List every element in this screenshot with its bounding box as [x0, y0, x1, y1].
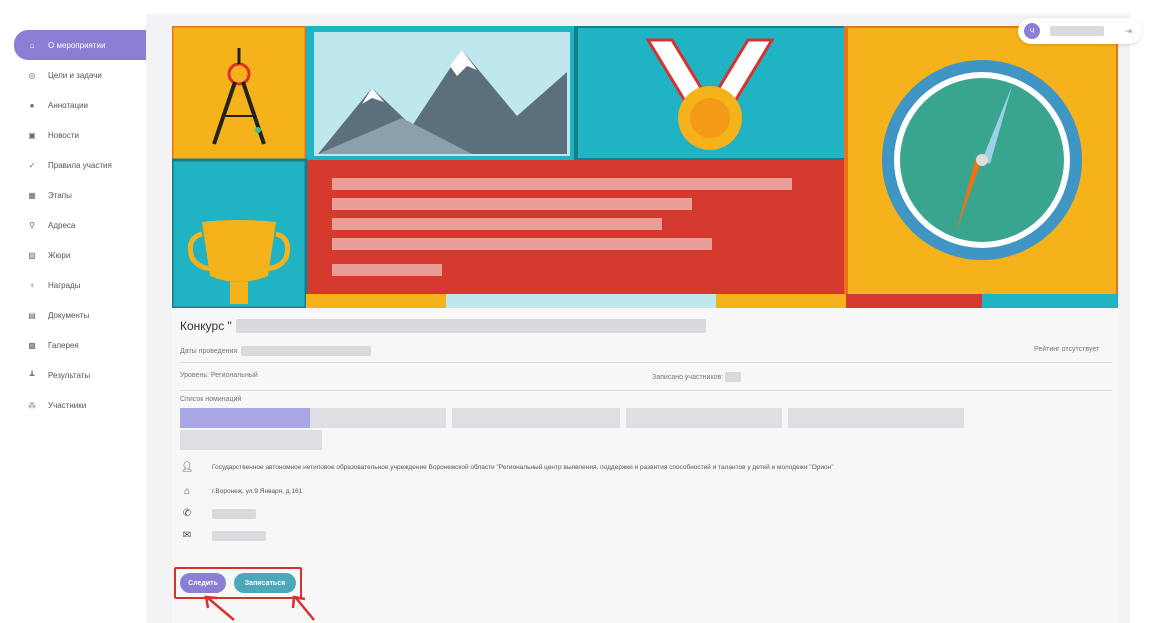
- event-banner: [172, 26, 1118, 308]
- email-redacted: [212, 530, 266, 541]
- sidebar-item-participants[interactable]: ⁂ Участники: [14, 390, 146, 420]
- event-card: Конкурс " Даты проведения Рейтинг отсутс…: [172, 26, 1118, 623]
- organization-text: Государственное автономное нетиповое обр…: [212, 464, 834, 471]
- target-icon: ◎: [28, 70, 36, 80]
- rating-text: Рейтинг отсутствует: [1034, 346, 1100, 353]
- sidebar-item-addresses[interactable]: ⚲ Адреса: [14, 210, 146, 240]
- participants-icon: ⁂: [28, 400, 36, 410]
- nomination-chip[interactable]: [180, 408, 310, 428]
- person-icon: 👤︎: [180, 462, 194, 473]
- nominations-label: Список номинаций: [180, 396, 242, 403]
- nomination-chip[interactable]: [452, 408, 620, 428]
- annotation-arrows: [204, 595, 315, 621]
- phone-redacted: [212, 508, 256, 519]
- user-name-redacted: [1050, 26, 1104, 36]
- phone-row: ✆: [180, 508, 256, 519]
- sidebar-item-stages[interactable]: ▦ Этапы: [14, 180, 146, 210]
- banner-text-line: [332, 238, 712, 250]
- logout-icon[interactable]: ⇥: [1124, 26, 1132, 37]
- event-title: Конкурс ": [180, 319, 706, 333]
- sidebar-item-awards[interactable]: ♆ Награды: [14, 270, 146, 300]
- sidebar-item-documents[interactable]: ▤ Документы: [14, 300, 146, 330]
- level-text: Уровень: Региональный: [180, 372, 258, 379]
- dates-label: Даты проведения: [180, 347, 238, 355]
- document-icon: ▤: [28, 310, 36, 320]
- sidebar-item-rules[interactable]: ✓ Правила участия: [14, 150, 146, 180]
- info-icon: ●: [29, 100, 35, 110]
- banner-text-line: [332, 264, 442, 276]
- event-dates: Даты проведения: [180, 346, 372, 356]
- dates-redacted: [241, 346, 372, 356]
- jury-icon: ▨: [28, 250, 36, 260]
- home-icon: ⌂: [29, 40, 35, 50]
- sidebar-item-label: О мероприятии: [48, 40, 106, 50]
- nominations-list: [180, 408, 970, 454]
- banner-text-line: [332, 198, 692, 210]
- sidebar-item-label: Галерея: [48, 340, 79, 350]
- location-icon: ⚲: [29, 220, 35, 230]
- check-icon: ✓: [28, 160, 36, 170]
- follow-button[interactable]: Следить: [180, 573, 226, 593]
- sidebar-item-label: Награды: [48, 280, 81, 290]
- user-menu[interactable]: Ч ⇥: [1018, 18, 1142, 44]
- email-row: ✉: [180, 530, 266, 541]
- nomination-chip[interactable]: [180, 430, 322, 450]
- sidebar-item-label: Результаты: [48, 370, 91, 380]
- event-title-prefix: Конкурс ": [180, 319, 232, 333]
- banner-illustration: [172, 26, 1118, 308]
- event-title-redacted: [235, 319, 706, 333]
- sidebar-item-gallery[interactable]: ▩ Галерея: [14, 330, 146, 360]
- registered-redacted: [725, 372, 742, 382]
- home-icon: ⌂: [183, 486, 191, 497]
- signup-button[interactable]: Записаться: [234, 573, 296, 593]
- gallery-icon: ▩: [28, 340, 36, 350]
- results-icon: ┻: [29, 370, 35, 380]
- banner-text-line: [332, 178, 792, 190]
- registered-label: Записано участников:: [652, 373, 724, 381]
- navigation-compass-icon: [882, 60, 1082, 260]
- address-text: г.Воронеж, ул.9 Января, д.161: [212, 488, 303, 495]
- sidebar-item-label: Этапы: [48, 190, 72, 200]
- sidebar-item-annotations[interactable]: ● Аннотации: [14, 90, 146, 120]
- sidebar-item-label: Документы: [48, 310, 90, 320]
- nomination-chip[interactable]: [788, 408, 964, 428]
- nomination-chip[interactable]: [310, 408, 446, 428]
- sidebar: ⌂ О мероприятии ◎ Цели и задачи ● Аннота…: [0, 0, 146, 623]
- sidebar-item-jury[interactable]: ▨ Жюри: [14, 240, 146, 270]
- sidebar-item-label: Цели и задачи: [48, 70, 102, 80]
- main-content: Конкурс " Даты проведения Рейтинг отсутс…: [146, 14, 1130, 623]
- address-row: ⌂ г.Воронеж, ул.9 Января, д.161: [180, 486, 302, 497]
- nomination-chip[interactable]: [626, 408, 782, 428]
- divider: [180, 362, 1112, 363]
- organization-row: 👤︎ Государственное автономное нетиповое …: [180, 462, 834, 473]
- trophy-icon: ♆: [29, 280, 35, 290]
- sidebar-item-news[interactable]: ▣ Новости: [14, 120, 146, 150]
- sidebar-item-results[interactable]: ┻ Результаты: [14, 360, 146, 390]
- sidebar-item-label: Жюри: [48, 250, 71, 260]
- banner-text-line: [332, 218, 662, 230]
- sidebar-item-label: Аннотации: [48, 100, 88, 110]
- sidebar-item-about[interactable]: ⌂ О мероприятии: [14, 30, 146, 60]
- sidebar-item-label: Новости: [48, 130, 79, 140]
- sidebar-item-label: Участники: [48, 400, 87, 410]
- stages-icon: ▦: [28, 190, 36, 200]
- sidebar-item-label: Правила участия: [48, 160, 112, 170]
- sidebar-item-label: Адреса: [48, 220, 76, 230]
- phone-icon: ✆: [182, 508, 192, 519]
- sidebar-item-goals[interactable]: ◎ Цели и задачи: [14, 60, 146, 90]
- avatar[interactable]: Ч: [1024, 23, 1040, 39]
- news-icon: ▣: [28, 130, 36, 140]
- registered-count: Записано участников:: [652, 372, 742, 382]
- email-icon: ✉: [182, 530, 192, 541]
- divider: [180, 390, 1112, 391]
